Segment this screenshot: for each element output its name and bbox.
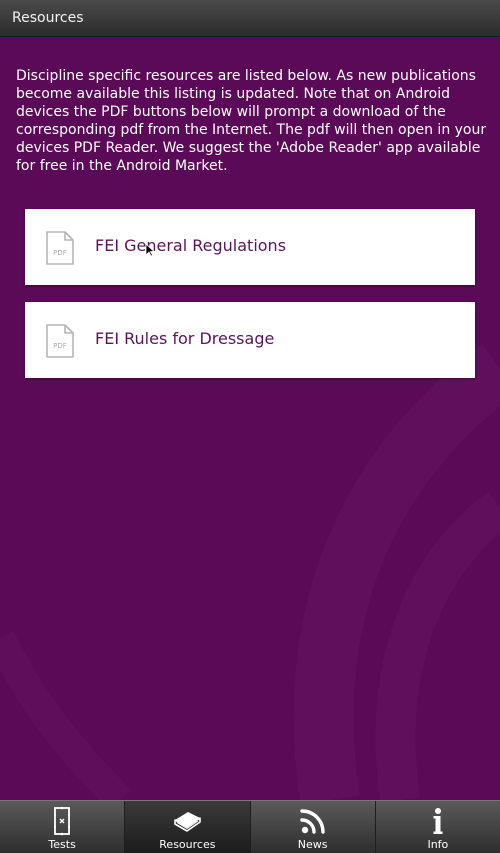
book-icon <box>174 812 202 832</box>
tab-news[interactable]: News <box>251 801 376 853</box>
tab-label: Resources <box>159 838 216 851</box>
bottom-tab-bar: Tests Resources News Info <box>0 800 500 853</box>
tab-label: Tests <box>48 838 76 851</box>
app-screen: Resources Discipline specific resources … <box>0 0 500 853</box>
resource-button-fei-rules-for-dressage[interactable]: PDF FEI Rules for Dressage <box>25 302 475 378</box>
rss-icon <box>299 809 325 834</box>
tab-label: Info <box>427 838 449 851</box>
resource-button-fei-general-regulations[interactable]: PDF FEI General Regulations <box>25 209 475 285</box>
pdf-file-icon: PDF <box>46 324 74 358</box>
page-title: Resources <box>12 10 84 26</box>
mouse-cursor-icon <box>145 243 155 257</box>
pdf-file-icon: PDF <box>46 231 74 265</box>
arena-icon <box>54 806 71 836</box>
resource-label: FEI General Regulations <box>95 236 287 255</box>
title-bar: Resources <box>0 0 500 37</box>
tab-info[interactable]: Info <box>376 801 500 853</box>
tab-tests[interactable]: Tests <box>0 801 126 853</box>
tab-resources[interactable]: Resources <box>125 801 251 853</box>
resource-label: FEI Rules for Dressage <box>95 329 275 348</box>
tab-label: News <box>297 838 328 851</box>
svg-text:PDF: PDF <box>53 249 67 257</box>
svg-text:PDF: PDF <box>53 342 67 350</box>
info-icon <box>433 808 443 834</box>
intro-text: Discipline specific resources are listed… <box>16 68 487 174</box>
